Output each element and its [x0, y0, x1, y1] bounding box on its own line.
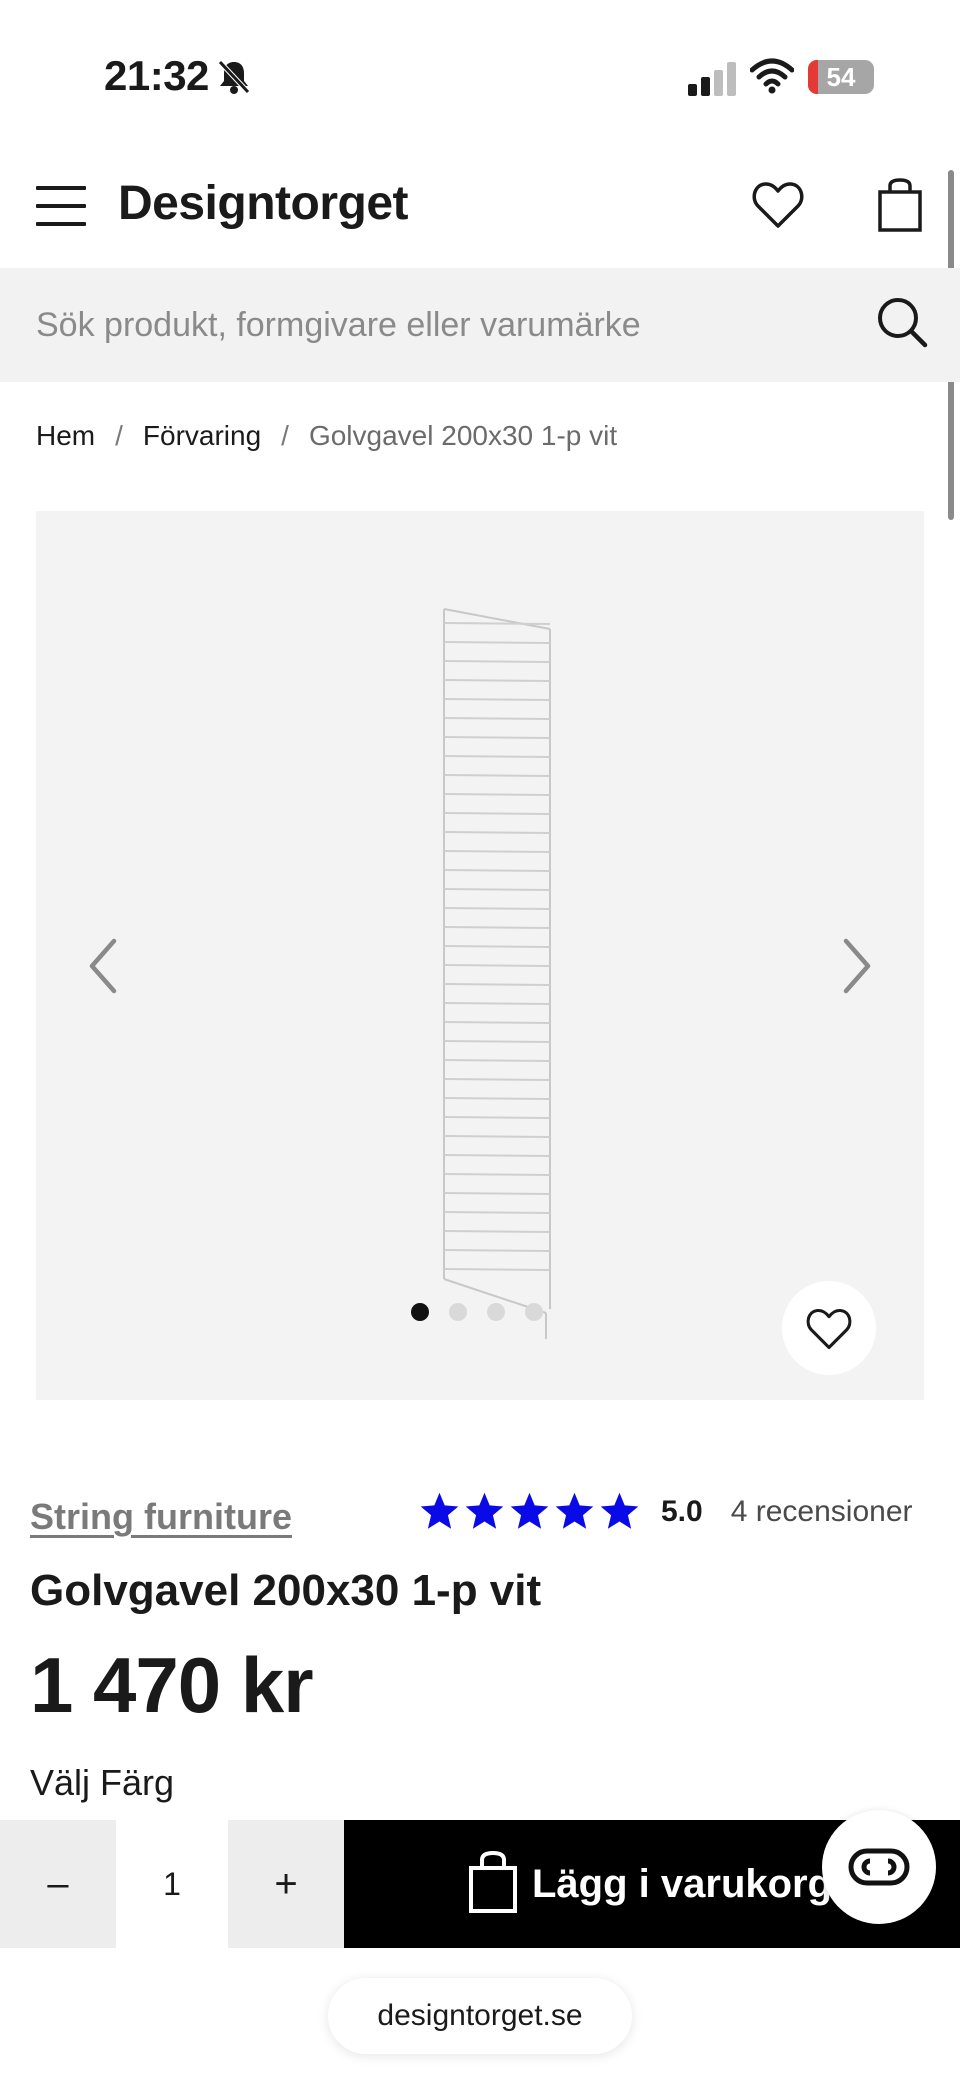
- chat-icon: [848, 1848, 910, 1886]
- breadcrumb-separator: /: [281, 420, 289, 451]
- review-count-link[interactable]: 4 recensioner: [731, 1495, 913, 1529]
- search-input[interactable]: [36, 268, 856, 382]
- rating-value: 5.0: [661, 1494, 703, 1528]
- bell-off-icon: [218, 60, 250, 94]
- breadcrumb-category[interactable]: Förvaring: [143, 420, 261, 452]
- signal-icon: [688, 62, 736, 96]
- product-price: 1 470 kr: [30, 1641, 314, 1729]
- chat-button[interactable]: [822, 1810, 936, 1924]
- breadcrumb-current: Golvgavel 200x30 1-p vit: [308, 420, 618, 451]
- product-title: Golvgavel 200x30 1-p vit: [30, 1566, 542, 1615]
- menu-icon[interactable]: [36, 186, 86, 226]
- star-icon: [600, 1492, 639, 1529]
- rating-stars: [418, 1490, 641, 1533]
- shopping-bag-icon[interactable]: [878, 178, 922, 232]
- add-to-cart-bar: – 1 + Lägg i varukorgen: [0, 1820, 960, 1948]
- status-time: 21:32: [104, 52, 209, 99]
- color-select-label: Välj Färg: [30, 1762, 175, 1803]
- battery-icon: 54: [808, 60, 874, 94]
- search-icon[interactable]: [876, 296, 928, 348]
- brand-link[interactable]: String furniture: [30, 1496, 292, 1538]
- chevron-left-icon[interactable]: [78, 931, 128, 1001]
- star-icon: [555, 1492, 594, 1529]
- breadcrumb-separator: /: [115, 420, 123, 451]
- site-header: Designtorget: [0, 150, 960, 265]
- carousel-dot[interactable]: [487, 1303, 505, 1321]
- carousel-dot[interactable]: [411, 1303, 429, 1321]
- star-icon: [510, 1492, 549, 1529]
- product-rating[interactable]: 5.0 4 recensioner: [418, 1490, 913, 1533]
- product-image: [443, 608, 551, 1339]
- carousel-dot[interactable]: [449, 1303, 467, 1321]
- heart-icon: [806, 1308, 852, 1350]
- breadcrumb-home[interactable]: Hem: [36, 420, 95, 452]
- carousel-dot[interactable]: [525, 1303, 543, 1321]
- heart-icon[interactable]: [752, 180, 804, 230]
- carousel-dots: [411, 1303, 543, 1321]
- battery-level: 54: [826, 62, 856, 92]
- product-gallery[interactable]: [36, 511, 924, 1400]
- shopping-bag-icon: [469, 1850, 517, 1913]
- chevron-right-icon[interactable]: [832, 931, 882, 1001]
- star-icon: [465, 1492, 504, 1529]
- browser-url-bar[interactable]: designtorget.se: [328, 1978, 632, 2054]
- search-bar: [0, 268, 960, 382]
- quantity-input[interactable]: 1: [116, 1820, 228, 1948]
- status-bar: 21:32 54: [0, 0, 960, 140]
- wifi-icon: [750, 58, 794, 94]
- star-icon: [420, 1492, 459, 1529]
- breadcrumb: Hem / Förvaring / Golvgavel 200x30 1-p v…: [36, 420, 617, 452]
- site-logo[interactable]: Designtorget: [118, 176, 409, 231]
- add-to-wishlist-button[interactable]: [782, 1281, 876, 1375]
- quantity-increase-button[interactable]: +: [228, 1820, 344, 1948]
- quantity-decrease-button[interactable]: –: [0, 1820, 116, 1948]
